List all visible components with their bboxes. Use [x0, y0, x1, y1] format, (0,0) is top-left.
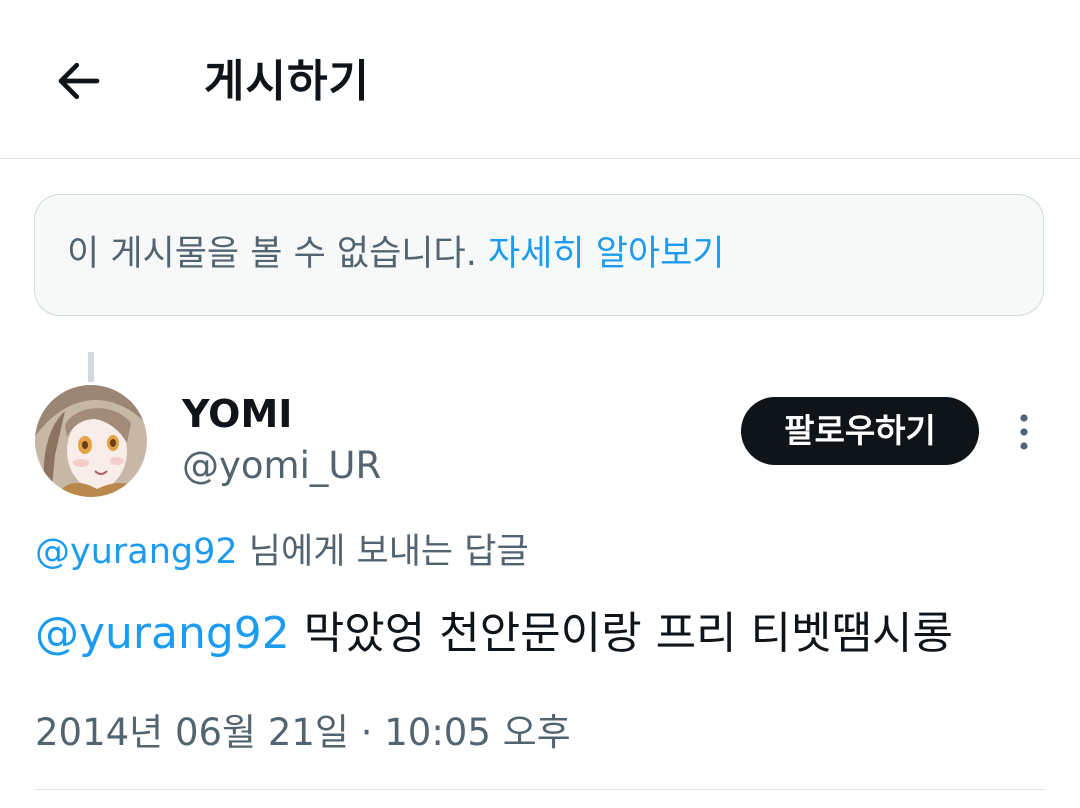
author-display-name[interactable]: YOMI	[182, 388, 292, 440]
reply-to-suffix: 님에게 보내는 답글	[237, 532, 529, 572]
notice-message: 이 게시물을 볼 수 없습니다.	[67, 234, 488, 274]
arrow-left-icon	[58, 62, 100, 100]
top-header: 게시하기	[0, 0, 1080, 159]
page-title: 게시하기	[204, 56, 370, 107]
divider	[35, 789, 1045, 790]
learn-more-link[interactable]: 자세히 알아보기	[488, 234, 725, 274]
follow-button[interactable]: 팔로우하기	[741, 397, 979, 465]
unavailable-post-notice: 이 게시물을 볼 수 없습니다. 자세히 알아보기	[34, 194, 1044, 316]
more-options-button[interactable]	[1006, 408, 1042, 456]
replying-to: @yurang92 님에게 보내는 답글	[35, 526, 529, 578]
anime-girl-avatar	[35, 385, 147, 497]
author-handle[interactable]: @yomi_UR	[182, 440, 381, 492]
notice-text-line: 이 게시물을 볼 수 없습니다. 자세히 알아보기	[67, 228, 725, 280]
post-detail-page: 게시하기 이 게시물을 볼 수 없습니다. 자세히 알아보기 YOMI @yom…	[0, 0, 1080, 808]
more-vertical-icon	[1020, 414, 1028, 450]
thread-connector-line	[88, 352, 94, 382]
tweet-timestamp[interactable]: 2014년 06월 21일 · 10:05 오후	[35, 706, 571, 760]
tweet-body: @yurang92 막았엉 천안문이랑 프리 티벳땜시롱	[35, 602, 953, 666]
back-button[interactable]	[50, 52, 108, 110]
reply-mention-link[interactable]: @yurang92	[35, 532, 238, 572]
body-mention-link[interactable]: @yurang92	[35, 608, 290, 659]
avatar[interactable]	[35, 385, 147, 497]
tweet-body-text: 막았엉 천안문이랑 프리 티벳땜시롱	[289, 608, 953, 659]
